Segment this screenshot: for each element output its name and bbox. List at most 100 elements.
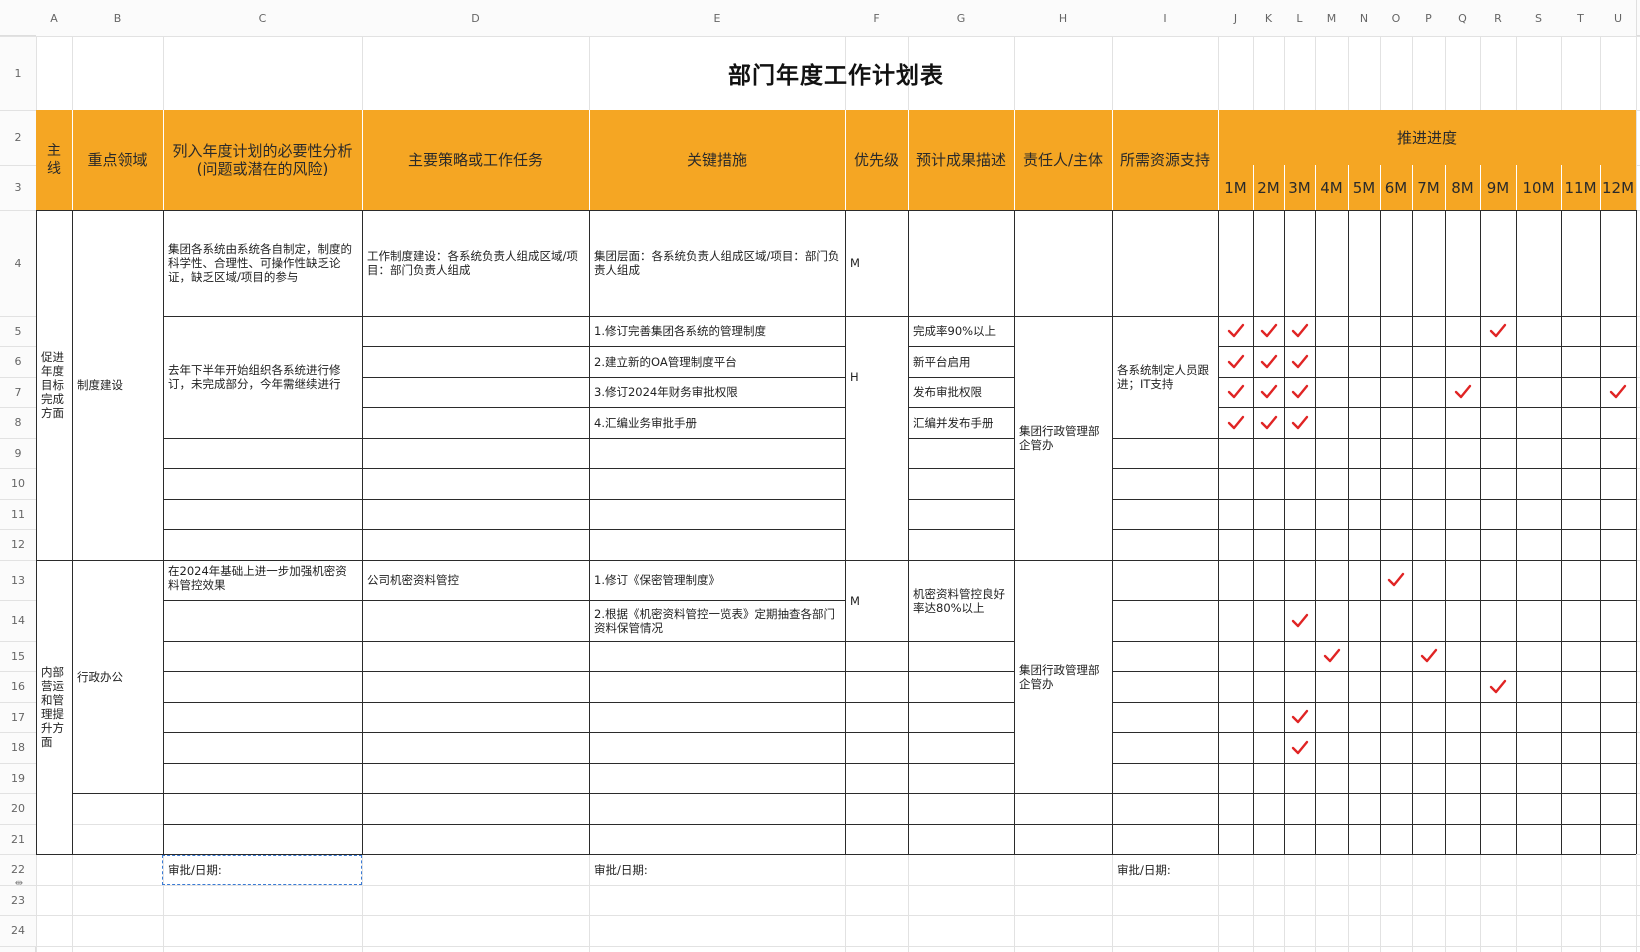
check-mark-icon[interactable] (1284, 702, 1315, 732)
row-header-14[interactable]: 14 (0, 600, 36, 641)
check-mark-icon[interactable] (1253, 377, 1284, 407)
row-header-11[interactable]: 11 (0, 499, 36, 529)
strategy-cell[interactable]: 工作制度建设：各系统负责人组成区域/项目：部门负责人组成 (363, 211, 588, 315)
row-header-16[interactable]: 16 (0, 671, 36, 702)
column-header-P[interactable]: P (1412, 0, 1445, 36)
row-header-10[interactable]: 10 (0, 468, 36, 499)
necessity-cell[interactable]: 集团各系统由系统各自制定，制度的科学性、合理性、可操作性缺乏论证，缺乏区域/项目… (164, 211, 361, 315)
column-header-B[interactable]: B (72, 0, 163, 36)
column-header-K[interactable]: K (1253, 0, 1284, 36)
row-header-17[interactable]: 17 (0, 702, 36, 732)
check-mark-icon[interactable] (1253, 407, 1284, 438)
check-mark-icon[interactable] (1600, 377, 1636, 407)
row-header-13[interactable]: 13 (0, 560, 36, 600)
priority-cell[interactable]: M (846, 561, 907, 640)
check-mark-icon[interactable] (1218, 377, 1253, 407)
row-header-23[interactable]: 23 (0, 885, 36, 915)
check-mark-icon[interactable] (1480, 316, 1516, 346)
grid-row-line (0, 946, 1640, 947)
approval-cell[interactable]: 审批/日期: (1113, 855, 1217, 884)
check-mark-icon[interactable] (1480, 671, 1516, 702)
check-mark-icon[interactable] (1284, 407, 1315, 438)
column-header-J[interactable]: J (1218, 0, 1253, 36)
outcome-cell[interactable]: 发布审批权限 (909, 378, 1013, 406)
necessity-cell[interactable]: 去年下半年开始组织各系统进行修订，未完成部分，今年需继续进行 (164, 317, 361, 437)
outcome-cell[interactable]: 机密资料管控良好率达80%以上 (909, 561, 1013, 640)
owner-cell[interactable]: 集团行政管理部企管办 (1015, 561, 1111, 792)
check-mark-icon[interactable] (1412, 641, 1445, 671)
row-header-5[interactable]: 5 (0, 316, 36, 346)
measure-cell[interactable]: 4.汇编业务审批手册 (590, 408, 844, 437)
column-header-C[interactable]: C (163, 0, 362, 36)
row-header-9[interactable]: 9 (0, 438, 36, 468)
row-header-20[interactable]: 20 (0, 793, 36, 824)
outcome-cell[interactable]: 完成率90%以上 (909, 317, 1013, 345)
check-mark-icon[interactable] (1253, 316, 1284, 346)
column-header-I[interactable]: I (1112, 0, 1218, 36)
row-header-24[interactable]: 24 (0, 915, 36, 946)
measure-cell[interactable]: 集团层面：各系统负责人组成区域/项目：部门负责人组成 (590, 211, 844, 315)
row-header-8[interactable]: 8 (0, 407, 36, 438)
row-header-18[interactable]: 18 (0, 732, 36, 763)
measure-cell[interactable]: 3.修订2024年财务审批权限 (590, 378, 844, 406)
column-header-E[interactable]: E (589, 0, 845, 36)
check-mark-icon[interactable] (1218, 407, 1253, 438)
selected-cell[interactable] (162, 855, 362, 885)
measure-cell[interactable]: 2.根据《机密资料管控一览表》定期抽查各部门资料保管情况 (590, 601, 844, 640)
column-header-U[interactable]: U (1600, 0, 1636, 36)
column-header-O[interactable]: O (1380, 0, 1412, 36)
column-header-S[interactable]: S (1516, 0, 1561, 36)
row-header-19[interactable]: 19 (0, 763, 36, 793)
row-header-15[interactable]: 15 (0, 641, 36, 671)
necessity-cell[interactable]: 在2024年基础上进一步加强机密资料管控效果 (164, 561, 361, 599)
row-header-21[interactable]: 21 (0, 824, 36, 854)
check-mark-icon[interactable] (1315, 641, 1348, 671)
column-header-G[interactable]: G (908, 0, 1014, 36)
check-mark-icon[interactable] (1253, 346, 1284, 377)
check-mark-icon[interactable] (1284, 377, 1315, 407)
focus-area-cell[interactable]: 行政办公 (73, 561, 162, 792)
row-header-2[interactable]: 2 (0, 110, 36, 165)
column-header-F[interactable]: F (845, 0, 908, 36)
measure-cell[interactable]: 1.修订完善集团各系统的管理制度 (590, 317, 844, 345)
row-header-7[interactable]: 7 (0, 377, 36, 407)
priority-cell[interactable]: H (846, 317, 907, 437)
column-header-Q[interactable]: Q (1445, 0, 1480, 36)
measure-cell[interactable]: 1.修订《保密管理制度》 (590, 561, 844, 599)
resources-cell[interactable]: 各系统制定人员跟进；IT支持 (1113, 317, 1217, 437)
column-header-A[interactable]: A (36, 0, 72, 36)
column-header-M[interactable]: M (1315, 0, 1348, 36)
row-header-1[interactable]: 1 (0, 36, 36, 110)
check-mark-icon[interactable] (1284, 732, 1315, 763)
check-mark-icon[interactable] (1218, 346, 1253, 377)
check-mark-icon[interactable] (1380, 560, 1412, 600)
column-header-D[interactable]: D (362, 0, 589, 36)
check-mark-icon[interactable] (1284, 600, 1315, 641)
outcome-cell[interactable]: 新平台启用 (909, 347, 1013, 376)
main-line-cell[interactable]: 内部营运和管理提升方面 (37, 561, 71, 853)
row-header-6[interactable]: 6 (0, 346, 36, 377)
column-header-H[interactable]: H (1014, 0, 1112, 36)
row-header-12[interactable]: 12 (0, 529, 36, 560)
outcome-cell[interactable]: 汇编并发布手册 (909, 408, 1013, 437)
focus-area-cell[interactable]: 制度建设 (73, 211, 162, 559)
column-header-L[interactable]: L (1284, 0, 1315, 36)
check-mark-icon[interactable] (1284, 346, 1315, 377)
row-header-4[interactable]: 4 (0, 210, 36, 316)
row-resize-icon[interactable]: ⇹ (12, 877, 26, 889)
check-mark-icon[interactable] (1284, 316, 1315, 346)
spreadsheet[interactable]: A B C D E F G H I J K L M N O P Q R S T U 1 2 3 4 5 6 7 8 9 10 11 12 13 14… (0, 0, 1640, 952)
priority-cell[interactable]: M (846, 211, 907, 315)
main-line-cell[interactable]: 促进年度目标完成方面 (37, 211, 71, 559)
row-header-3[interactable]: 3 (0, 165, 36, 210)
table-border-h (163, 671, 1636, 672)
strategy-cell[interactable]: 公司机密资料管控 (363, 561, 588, 599)
column-header-T[interactable]: T (1561, 0, 1600, 36)
check-mark-icon[interactable] (1445, 377, 1480, 407)
column-header-R[interactable]: R (1480, 0, 1516, 36)
approval-cell[interactable]: 审批/日期: (590, 855, 844, 884)
column-header-N[interactable]: N (1348, 0, 1380, 36)
owner-cell[interactable]: 集团行政管理部企管办 (1015, 317, 1111, 559)
check-mark-icon[interactable] (1218, 316, 1253, 346)
measure-cell[interactable]: 2.建立新的OA管理制度平台 (590, 347, 844, 376)
